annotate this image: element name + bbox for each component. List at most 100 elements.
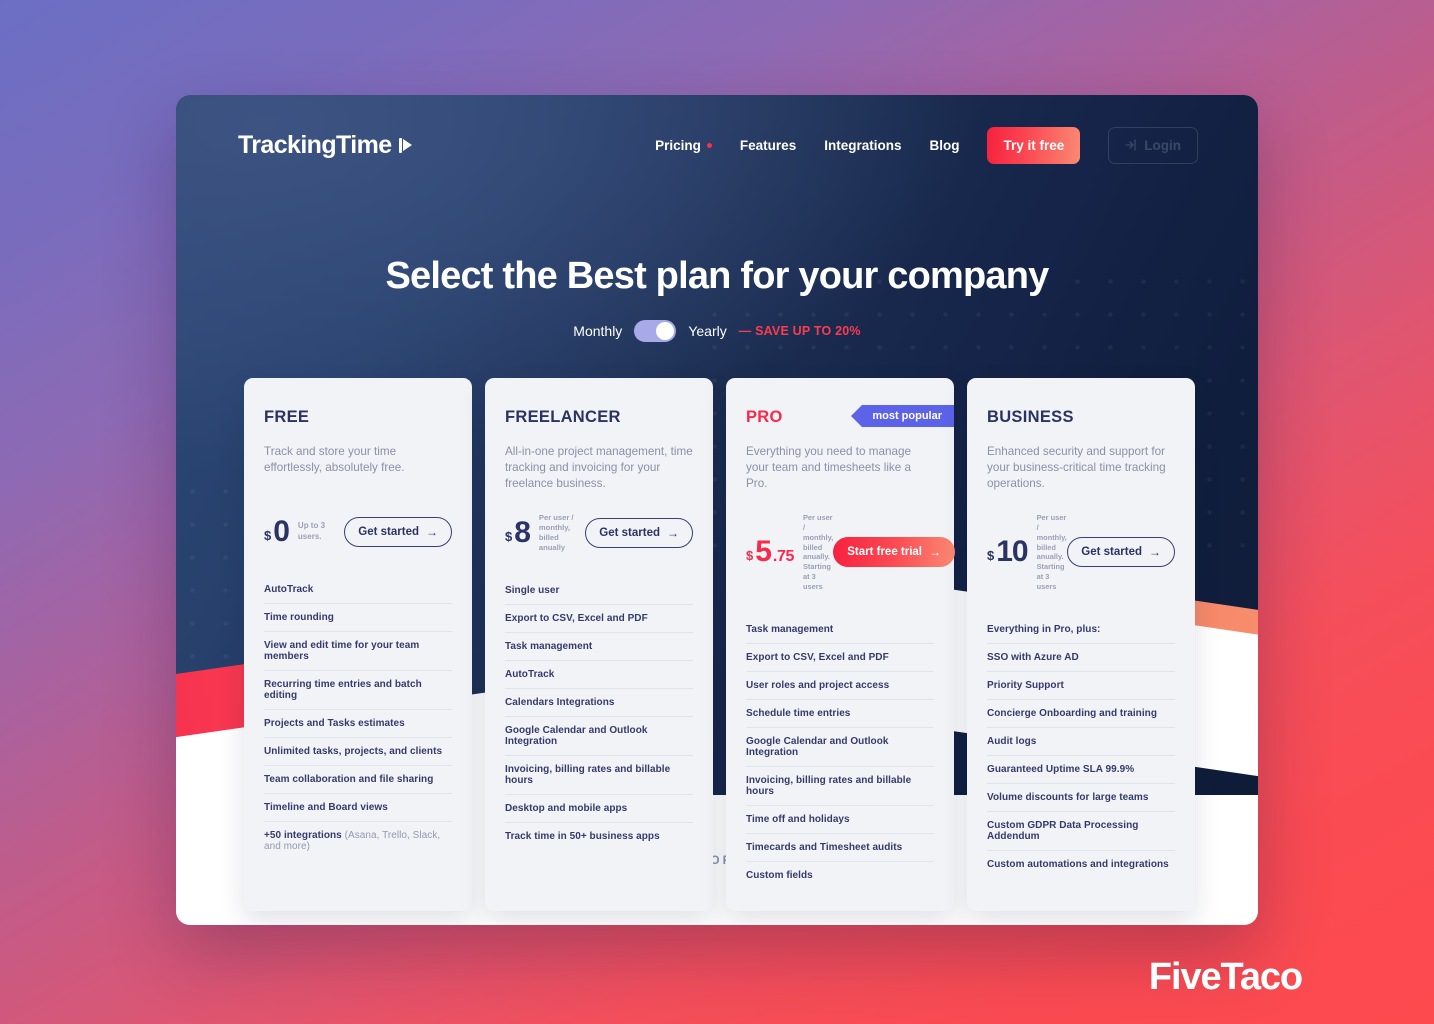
nav-links-group: Pricing Features Integrations Blog Try i… — [655, 126, 1198, 164]
cta-label: Get started — [358, 526, 419, 538]
arrow-right-icon: → — [667, 526, 679, 541]
most-popular-badge: most popular — [851, 405, 954, 427]
list-item: Task management — [505, 633, 693, 662]
pricing-card-business: BUSINESS Enhanced security and support f… — [967, 378, 1195, 911]
price-note-pro: Per user / monthly, billed anually. Star… — [802, 513, 834, 591]
login-button-label: Login — [1144, 137, 1181, 153]
price-amount: 8 — [514, 516, 531, 550]
price-amount: 5 — [755, 535, 772, 569]
pricing-card-free: FREE Track and store your time effortles… — [244, 378, 472, 911]
price-row-freelancer: $ 8 Per user / monthly, billed anually G… — [505, 513, 693, 553]
list-item: Time rounding — [264, 604, 452, 632]
nav-link-pricing-label: Pricing — [655, 137, 701, 153]
list-item: View and edit time for your team members — [264, 632, 452, 671]
price-row-business: $ 10 Per user / monthly, billed anually.… — [987, 513, 1175, 591]
login-arrow-icon — [1125, 139, 1136, 151]
get-started-button-free[interactable]: Get started → — [344, 517, 452, 547]
nav-link-blog[interactable]: Blog — [929, 138, 959, 153]
list-item: Calendars Integrations — [505, 689, 693, 718]
nav-link-integrations-label: Integrations — [824, 137, 902, 153]
list-item: Concierge Onboarding and training — [987, 700, 1175, 728]
list-item: Export to CSV, Excel and PDF — [746, 644, 934, 672]
list-item: Custom automations and integrations — [987, 858, 1169, 870]
list-item: Custom fields — [746, 869, 813, 881]
list-item: Timecards and Timesheet audits — [746, 834, 934, 862]
plan-description-freelancer: All-in-one project management, time trac… — [505, 445, 693, 490]
arrow-right-icon: → — [929, 545, 941, 560]
card-header: PRO most popular — [746, 405, 954, 430]
nav-link-pricing[interactable]: Pricing — [655, 138, 712, 153]
list-item: Google Calendar and Outlook Integration — [746, 728, 934, 767]
feature-list-free: AutoTrack Time rounding View and edit ti… — [264, 576, 452, 860]
list-item: SSO with Azure AD — [987, 644, 1175, 672]
plan-name-free: FREE — [264, 408, 310, 426]
feature-list-business: Everything in Pro, plus: SSO with Azure … — [987, 616, 1175, 878]
integrations-count: +50 integrations — [264, 830, 342, 841]
brand-logo[interactable]: TrackingTime — [238, 130, 413, 160]
list-item: Invoicing, billing rates and billable ho… — [746, 767, 934, 806]
price-amount: 0 — [273, 515, 290, 548]
plan-name-business: BUSINESS — [987, 408, 1074, 426]
price-note-business: Per user / monthly, billed anually. Star… — [1036, 513, 1067, 591]
page-title: Select the Best plan for your company — [385, 255, 1049, 297]
get-started-button-business[interactable]: Get started → — [1067, 537, 1175, 568]
arrow-right-icon: → — [1149, 545, 1161, 560]
currency-symbol: $ — [505, 529, 513, 545]
feature-list-pro: Task management Export to CSV, Excel and… — [746, 616, 934, 889]
price-note-free: Up to 3 users. — [297, 521, 326, 541]
price-amount: 10 — [996, 535, 1028, 569]
nav-link-integrations[interactable]: Integrations — [824, 138, 901, 153]
list-item: Task management — [746, 616, 934, 644]
arrow-right-icon: → — [426, 525, 438, 539]
list-item: Recurring time entries and batch editing — [264, 671, 452, 710]
nav-link-blog-label: Blog — [929, 137, 960, 153]
cta-label: Get started — [599, 527, 660, 540]
plan-name-pro: PRO — [746, 408, 783, 426]
save-up-to-note: — SAVE UP TO 20% — [738, 324, 861, 338]
login-button[interactable]: Login — [1108, 126, 1198, 164]
list-item: Team collaboration and file sharing — [264, 766, 452, 794]
list-item: Priority Support — [987, 672, 1175, 700]
card-header: FREELANCER — [505, 408, 693, 430]
play-mark-icon — [398, 137, 413, 153]
list-item: Custom GDPR Data Processing Addendum — [987, 812, 1175, 851]
active-dot-icon — [706, 142, 712, 148]
list-item: Volume discounts for large teams — [987, 784, 1175, 812]
list-item: Guaranteed Uptime SLA 99.9% — [987, 756, 1175, 784]
pricing-card-pro: PRO most popular Everything you need to … — [726, 378, 955, 911]
list-item: Desktop and mobile apps — [505, 795, 693, 824]
currency-symbol: $ — [264, 528, 272, 543]
list-item: Timeline and Board views — [264, 794, 452, 822]
toggle-label-monthly[interactable]: Monthly — [573, 323, 622, 339]
price-row-free: $ 0 Up to 3 users. Get started → — [264, 512, 452, 552]
start-free-trial-button[interactable]: Start free trial → — [833, 537, 955, 568]
fivetaco-watermark: FiveTaco — [1148, 956, 1303, 998]
try-it-free-button[interactable]: Try it free — [987, 126, 1081, 164]
list-item: Track time in 50+ business apps — [505, 831, 660, 843]
price-block-pro: $ 5 .75 — [746, 537, 794, 567]
cta-label: Get started — [1081, 546, 1142, 559]
price-note-freelancer: Per user / monthly, billed anually — [538, 513, 574, 553]
currency-symbol: $ — [987, 548, 995, 564]
billing-toggle-switch[interactable] — [634, 320, 677, 342]
price-block-freelancer: $ 8 — [505, 516, 531, 550]
currency-symbol: $ — [746, 548, 754, 564]
list-item: Projects and Tasks estimates — [264, 710, 452, 738]
plan-description-business: Enhanced security and support for your b… — [987, 445, 1166, 490]
list-item: Export to CSV, Excel and PDF — [505, 605, 693, 634]
toggle-label-yearly[interactable]: Yearly — [688, 323, 726, 339]
pricing-cards-container: FREE Track and store your time effortles… — [244, 378, 1195, 911]
list-item: User roles and project access — [746, 672, 934, 700]
top-navigation: TrackingTime Pricing Features Integratio… — [176, 95, 1258, 195]
price-block-free: $ 0 — [264, 515, 290, 548]
brand-logo-text: TrackingTime — [238, 130, 392, 159]
list-item: Time off and holidays — [746, 806, 934, 834]
nav-link-features[interactable]: Features — [740, 138, 796, 153]
list-item: Unlimited tasks, projects, and clients — [264, 738, 452, 766]
list-item: Single user — [505, 577, 693, 606]
get-started-button-freelancer[interactable]: Get started → — [585, 518, 693, 549]
list-item: Everything in Pro, plus: — [987, 616, 1175, 644]
pricing-card-freelancer: FREELANCER All-in-one project management… — [485, 378, 713, 911]
toggle-knob — [656, 322, 675, 340]
price-block-business: $ 10 — [987, 535, 1029, 569]
